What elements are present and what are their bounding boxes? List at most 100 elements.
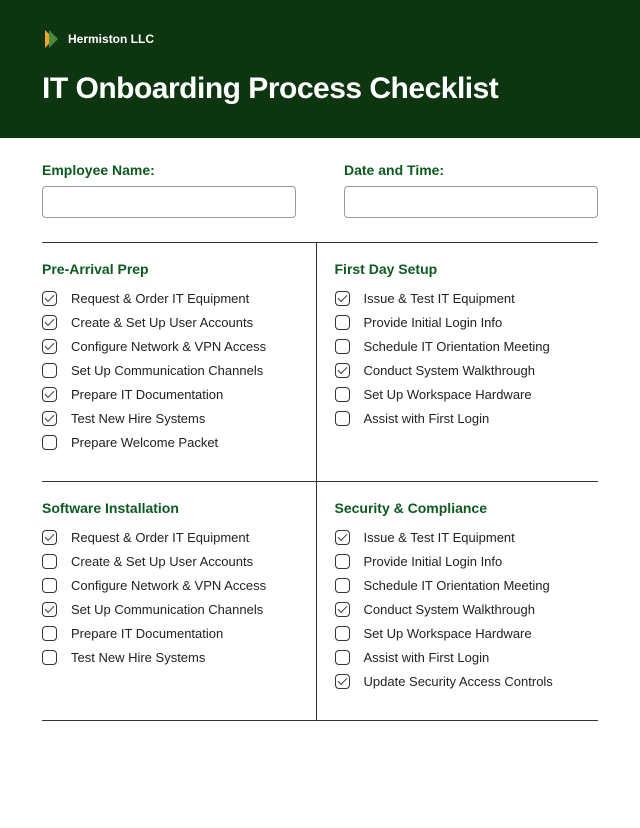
employee-name-field: Employee Name: [42, 162, 296, 218]
checkbox[interactable] [42, 530, 57, 545]
checkbox[interactable] [335, 530, 350, 545]
check-item: Request & Order IT Equipment [42, 530, 298, 545]
check-item: Provide Initial Login Info [335, 554, 591, 569]
check-item: Issue & Test IT Equipment [335, 530, 591, 545]
checkbox[interactable] [335, 387, 350, 402]
checkbox[interactable] [42, 363, 57, 378]
checkbox[interactable] [42, 578, 57, 593]
brand: Hermiston LLC [42, 28, 598, 50]
section-security: Security & Compliance Issue & Test IT Equ… [317, 482, 599, 720]
check-item: Prepare IT Documentation [42, 387, 298, 402]
check-label: Set Up Workspace Hardware [364, 387, 532, 402]
check-label: Issue & Test IT Equipment [364, 291, 515, 306]
check-label: Prepare IT Documentation [71, 387, 223, 402]
brand-name: Hermiston LLC [68, 32, 154, 46]
check-label: Test New Hire Systems [71, 650, 205, 665]
employee-name-input[interactable] [42, 186, 296, 218]
check-label: Issue & Test IT Equipment [364, 530, 515, 545]
check-label: Request & Order IT Equipment [71, 530, 249, 545]
check-label: Prepare Welcome Packet [71, 435, 218, 450]
check-item: Schedule IT Orientation Meeting [335, 339, 591, 354]
check-item: Assist with First Login [335, 411, 591, 426]
header: Hermiston LLC IT Onboarding Process Chec… [0, 0, 640, 138]
check-label: Provide Initial Login Info [364, 554, 503, 569]
check-label: Assist with First Login [364, 650, 490, 665]
check-item: Issue & Test IT Equipment [335, 291, 591, 306]
check-item: Provide Initial Login Info [335, 315, 591, 330]
grid-row: Software Installation Request & Order IT … [42, 482, 598, 721]
check-item: Prepare IT Documentation [42, 626, 298, 641]
checkbox[interactable] [335, 626, 350, 641]
checkbox[interactable] [335, 411, 350, 426]
check-item: Prepare Welcome Packet [42, 435, 298, 450]
check-item: Set Up Communication Channels [42, 602, 298, 617]
check-item: Create & Set Up User Accounts [42, 315, 298, 330]
check-label: Set Up Communication Channels [71, 602, 263, 617]
section-title: Security & Compliance [335, 500, 591, 516]
date-time-field: Date and Time: [344, 162, 598, 218]
check-label: Conduct System Walkthrough [364, 602, 535, 617]
section-title: First Day Setup [335, 261, 591, 277]
section-software: Software Installation Request & Order IT … [42, 482, 317, 720]
checkbox[interactable] [42, 411, 57, 426]
check-label: Schedule IT Orientation Meeting [364, 339, 550, 354]
checkbox[interactable] [335, 363, 350, 378]
check-item: Test New Hire Systems [42, 650, 298, 665]
check-label: Prepare IT Documentation [71, 626, 223, 641]
check-item: Create & Set Up User Accounts [42, 554, 298, 569]
check-label: Create & Set Up User Accounts [71, 315, 253, 330]
checkbox[interactable] [42, 650, 57, 665]
grid-row: Pre-Arrival Prep Request & Order IT Equip… [42, 243, 598, 482]
check-label: Conduct System Walkthrough [364, 363, 535, 378]
logo-icon [42, 28, 60, 50]
check-label: Provide Initial Login Info [364, 315, 503, 330]
check-item: Configure Network & VPN Access [42, 578, 298, 593]
checkbox[interactable] [42, 339, 57, 354]
checkbox[interactable] [42, 291, 57, 306]
checkbox[interactable] [335, 602, 350, 617]
date-time-input[interactable] [344, 186, 598, 218]
check-item: Assist with First Login [335, 650, 591, 665]
check-item: Conduct System Walkthrough [335, 363, 591, 378]
check-item: Update Security Access Controls [335, 674, 591, 689]
checkbox[interactable] [42, 602, 57, 617]
date-time-label: Date and Time: [344, 162, 598, 178]
checkbox[interactable] [42, 554, 57, 569]
check-label: Set Up Communication Channels [71, 363, 263, 378]
check-label: Create & Set Up User Accounts [71, 554, 253, 569]
checkbox[interactable] [42, 626, 57, 641]
check-item: Conduct System Walkthrough [335, 602, 591, 617]
checkbox[interactable] [335, 315, 350, 330]
check-label: Assist with First Login [364, 411, 490, 426]
check-label: Set Up Workspace Hardware [364, 626, 532, 641]
form-row: Employee Name: Date and Time: [42, 162, 598, 218]
section-title: Software Installation [42, 500, 298, 516]
check-label: Schedule IT Orientation Meeting [364, 578, 550, 593]
checklist-grid: Pre-Arrival Prep Request & Order IT Equip… [42, 242, 598, 721]
checkbox[interactable] [335, 650, 350, 665]
check-label: Test New Hire Systems [71, 411, 205, 426]
checkbox[interactable] [335, 554, 350, 569]
check-item: Set Up Workspace Hardware [335, 387, 591, 402]
checkbox[interactable] [42, 387, 57, 402]
check-label: Update Security Access Controls [364, 674, 553, 689]
check-item: Set Up Workspace Hardware [335, 626, 591, 641]
employee-name-label: Employee Name: [42, 162, 296, 178]
checkbox[interactable] [335, 339, 350, 354]
section-title: Pre-Arrival Prep [42, 261, 298, 277]
check-item: Request & Order IT Equipment [42, 291, 298, 306]
checkbox[interactable] [335, 291, 350, 306]
check-label: Configure Network & VPN Access [71, 339, 266, 354]
section-pre-arrival: Pre-Arrival Prep Request & Order IT Equip… [42, 243, 317, 481]
check-item: Configure Network & VPN Access [42, 339, 298, 354]
checkbox[interactable] [335, 578, 350, 593]
checkbox[interactable] [335, 674, 350, 689]
checkbox[interactable] [42, 315, 57, 330]
check-item: Set Up Communication Channels [42, 363, 298, 378]
check-label: Configure Network & VPN Access [71, 578, 266, 593]
section-first-day: First Day Setup Issue & Test IT Equipment… [317, 243, 599, 481]
page-title: IT Onboarding Process Checklist [42, 72, 598, 106]
checkbox[interactable] [42, 435, 57, 450]
check-item: Test New Hire Systems [42, 411, 298, 426]
check-label: Request & Order IT Equipment [71, 291, 249, 306]
